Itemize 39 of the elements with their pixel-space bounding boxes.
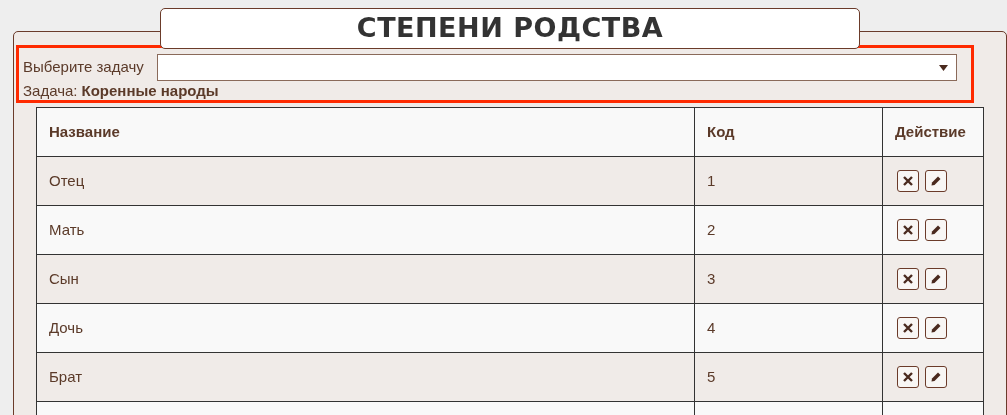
close-icon [902, 322, 914, 334]
dropdown-caret-icon [938, 64, 948, 71]
select-label: Выберите задачу [23, 57, 144, 78]
edit-button[interactable] [925, 170, 947, 192]
pencil-icon [930, 224, 942, 236]
close-icon [902, 371, 914, 383]
table-cell: 5 [694, 352, 883, 402]
table-cell: 2 [694, 205, 883, 255]
column-header: Код [694, 107, 883, 157]
delete-button[interactable] [897, 170, 919, 192]
table-cell: Мать [36, 205, 695, 255]
close-icon [902, 224, 914, 236]
table-cell: Сын [36, 254, 695, 304]
delete-button[interactable] [897, 219, 919, 241]
task-name: Коренные народы [81, 82, 219, 100]
pencil-icon [930, 371, 942, 383]
page-title: СТЕПЕНИ РОДСТВА [356, 11, 664, 46]
table-cell: Отец [36, 156, 695, 206]
delete-button[interactable] [897, 268, 919, 290]
delete-button[interactable] [897, 317, 919, 339]
table-cell: 3 [694, 254, 883, 304]
task-select[interactable] [156, 54, 957, 81]
pencil-icon [930, 273, 942, 285]
table-cell: 4 [694, 303, 883, 353]
edit-button[interactable] [925, 317, 947, 339]
column-header: Действие [882, 107, 984, 157]
edit-button[interactable] [925, 219, 947, 241]
close-icon [902, 175, 914, 187]
close-icon [902, 273, 914, 285]
pencil-icon [930, 175, 942, 187]
pencil-icon [930, 322, 942, 334]
table-cell: Дочь [36, 303, 695, 353]
task-label: Задача: [23, 82, 78, 100]
edit-button[interactable] [925, 366, 947, 388]
table-cell: 1 [694, 156, 883, 206]
column-header: Название [36, 107, 695, 157]
table-cell: Брат [36, 352, 695, 402]
delete-button[interactable] [897, 366, 919, 388]
edit-button[interactable] [925, 268, 947, 290]
